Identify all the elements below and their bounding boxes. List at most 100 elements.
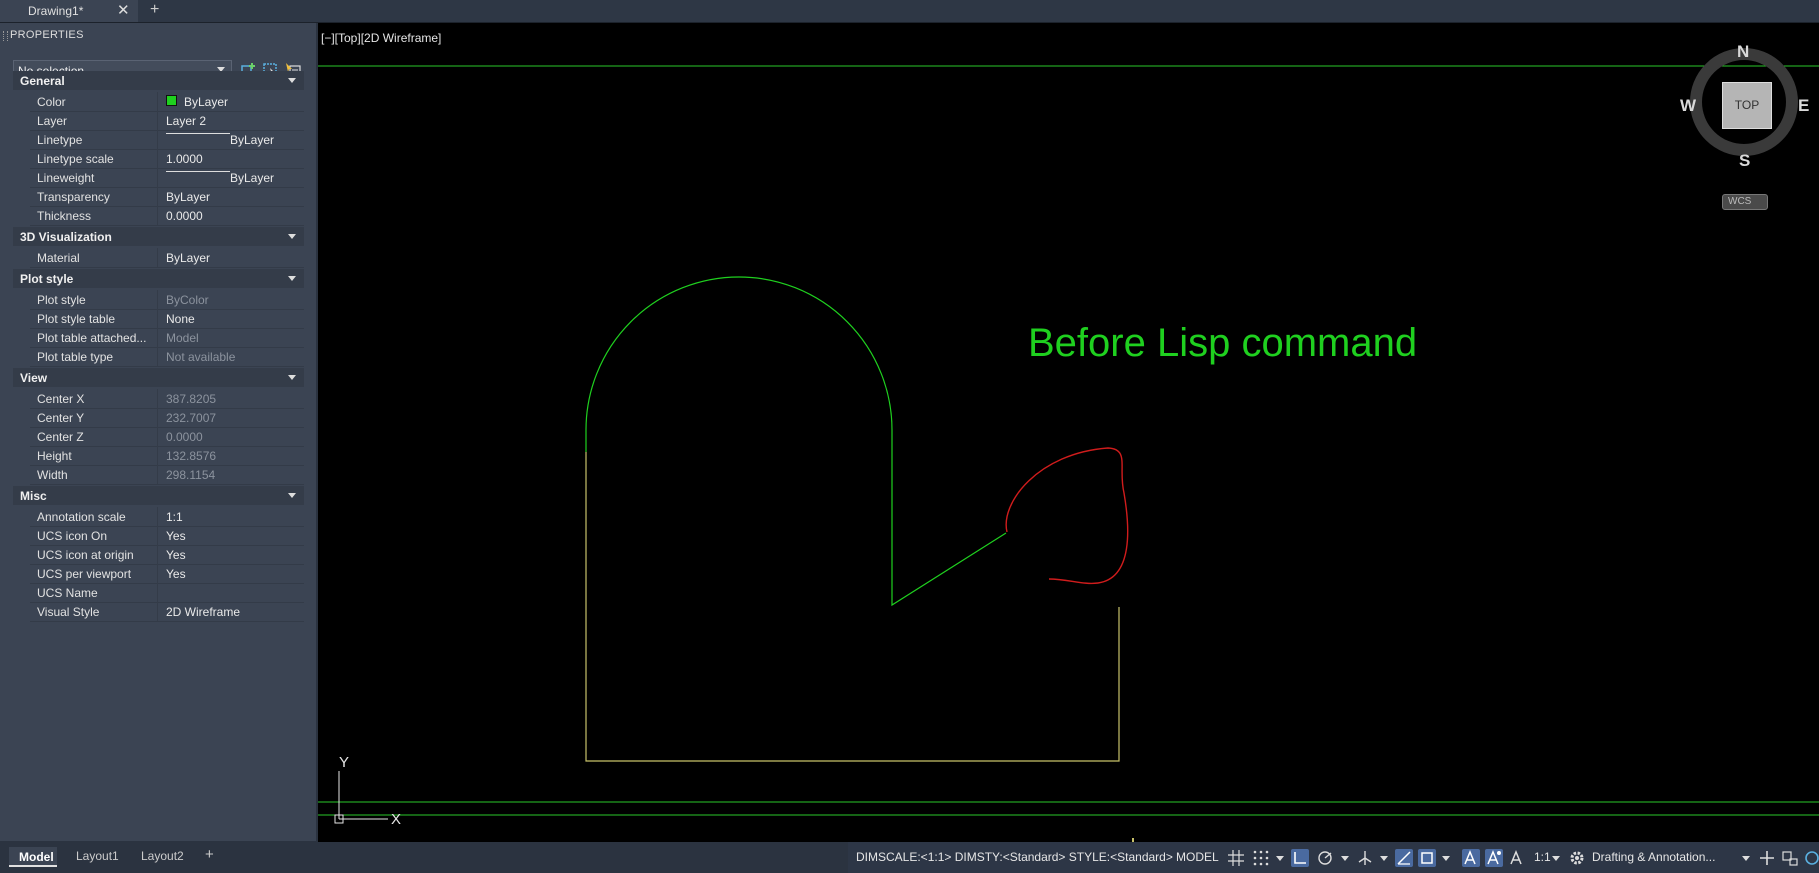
property-row[interactable]: UCS per viewport Yes [30,564,304,584]
section-misc[interactable]: Misc [13,486,304,505]
annotation-visibility-icon[interactable] [1462,849,1480,867]
property-value-cell[interactable]: ByLayer [157,187,305,206]
workspace-dropdown-icon[interactable] [1742,856,1750,861]
property-value-cell[interactable]: ByLayer [157,130,305,149]
property-row[interactable]: Lineweight ByLayer [30,168,304,188]
property-value-cell[interactable]: 232.7007 [157,408,305,427]
isometric-dropdown-icon[interactable] [1380,856,1388,861]
collapse-triangle-icon[interactable] [288,375,296,380]
property-row[interactable]: Layer Layer 2 [30,111,304,131]
property-value-cell[interactable]: 298.1154 [157,465,305,484]
property-value-cell[interactable]: 387.8205 [157,389,305,408]
model-space-button[interactable]: MODEL [1176,850,1219,864]
polar-tracking-icon[interactable] [1316,849,1334,867]
tab-layout2[interactable]: Layout2 [141,849,184,863]
red-spline-curve[interactable] [1005,447,1129,585]
compass-south[interactable]: S [1739,151,1750,171]
close-tab-icon[interactable]: ✕ [117,1,130,19]
property-row[interactable]: Width 298.1154 [30,465,304,485]
property-row[interactable]: Thickness 0.0000 [30,206,304,226]
property-row[interactable]: Color ByLayer [30,92,304,112]
compass-west[interactable]: W [1680,96,1696,116]
property-row[interactable]: Center Z 0.0000 [30,427,304,447]
section-view[interactable]: View [13,368,304,387]
ortho-mode-icon[interactable] [1291,849,1309,867]
drawing-viewport[interactable]: [−][Top][2D Wireframe] Before Lisp comma… [318,23,1819,842]
property-value-cell[interactable]: 1:1 [157,507,305,526]
viewcube[interactable]: TOP N S E W [1680,40,1810,170]
snap-dropdown-icon[interactable] [1276,856,1284,861]
collapse-triangle-icon[interactable] [288,276,296,281]
customization-icon[interactable] [1803,849,1819,867]
property-row[interactable]: Linetype scale 1.0000 [30,149,304,169]
property-row[interactable]: Plot table type Not available [30,347,304,367]
property-value-cell[interactable]: 132.8576 [157,446,305,465]
add-layout-button[interactable]: + [205,846,214,863]
property-value-cell[interactable] [157,583,305,602]
property-row[interactable]: Transparency ByLayer [30,187,304,207]
property-value-cell[interactable]: ByLayer [157,168,305,187]
property-value-cell[interactable]: None [157,309,305,328]
property-value-cell[interactable]: ByLayer [157,92,305,111]
collapse-triangle-icon[interactable] [288,78,296,83]
drawing-canvas[interactable]: Before Lisp command Y X [318,23,1819,842]
property-row[interactable]: Linetype ByLayer [30,130,304,150]
snap-mode-icon[interactable] [1252,849,1270,867]
auto-scale-icon[interactable] [1485,849,1503,867]
property-row[interactable]: UCS icon On Yes [30,526,304,546]
property-row[interactable]: Visual Style 2D Wireframe [30,602,304,622]
section-3d-visualization[interactable]: 3D Visualization [13,227,304,246]
property-value-cell[interactable]: Not available [157,347,305,366]
section-plot-style[interactable]: Plot style [13,269,304,288]
wcs-menu-button[interactable]: WCS [1722,194,1768,210]
collapse-triangle-icon[interactable] [288,493,296,498]
property-value-cell[interactable]: Yes [157,564,305,583]
property-row[interactable]: Height 132.8576 [30,446,304,466]
drawing-text-annotation[interactable]: Before Lisp command [1028,321,1417,365]
polar-dropdown-icon[interactable] [1341,856,1349,861]
property-value-cell[interactable]: 0.0000 [157,206,305,225]
scale-dropdown-icon[interactable] [1552,856,1560,861]
property-value-cell[interactable]: 1.0000 [157,149,305,168]
property-row[interactable]: Center Y 232.7007 [30,408,304,428]
collapse-triangle-icon[interactable] [288,234,296,239]
object-snap-tracking-icon[interactable] [1395,849,1413,867]
property-value-cell[interactable]: Yes [157,526,305,545]
green-arch-polyline[interactable] [585,276,1007,607]
tab-model[interactable]: Model [9,847,57,867]
property-row[interactable]: Annotation scale 1:1 [30,507,304,527]
compass-east[interactable]: E [1798,96,1809,116]
property-row[interactable]: Center X 387.8205 [30,389,304,409]
tab-layout1[interactable]: Layout1 [76,849,119,863]
property-row[interactable]: Plot style table None [30,309,304,329]
property-row[interactable]: Material ByLayer [30,248,304,268]
property-row[interactable]: UCS Name [30,583,304,603]
property-value-cell[interactable]: Yes [157,545,305,564]
annotation-scale-icon[interactable] [1508,849,1526,867]
palette-grip-handle[interactable] [3,31,8,41]
property-row[interactable]: UCS icon at origin Yes [30,545,304,565]
new-tab-button[interactable]: + [150,1,159,19]
grid-icon[interactable] [1227,849,1245,867]
section-general[interactable]: General [13,71,304,90]
property-value-cell[interactable]: 2D Wireframe [157,602,305,621]
gear-icon[interactable] [1568,849,1586,867]
annotation-scale-value[interactable]: 1:1 [1534,850,1551,864]
units-icon[interactable] [1781,849,1799,867]
workspace-switch[interactable]: Drafting & Annotation... [1592,850,1715,864]
isometric-drafting-icon[interactable] [1356,849,1374,867]
property-row[interactable]: Plot style ByColor [30,290,304,310]
property-value-cell[interactable]: Layer 2 [157,111,305,130]
yellow-base-polyline[interactable] [585,452,1120,762]
object-snap-dropdown-icon[interactable] [1442,856,1450,861]
property-value-cell[interactable]: ByLayer [157,248,305,267]
plus-icon[interactable] [1758,849,1776,867]
document-tab[interactable]: Drawing1* ✕ [0,0,138,22]
object-snap-icon[interactable] [1418,849,1436,867]
property-value-cell[interactable]: Model [157,328,305,347]
property-value-cell[interactable]: ByColor [157,290,305,309]
property-row[interactable]: Plot table attached... Model [30,328,304,348]
compass-north[interactable]: N [1737,42,1749,62]
viewcube-top-face[interactable]: TOP [1722,82,1772,129]
property-value-cell[interactable]: 0.0000 [157,427,305,446]
